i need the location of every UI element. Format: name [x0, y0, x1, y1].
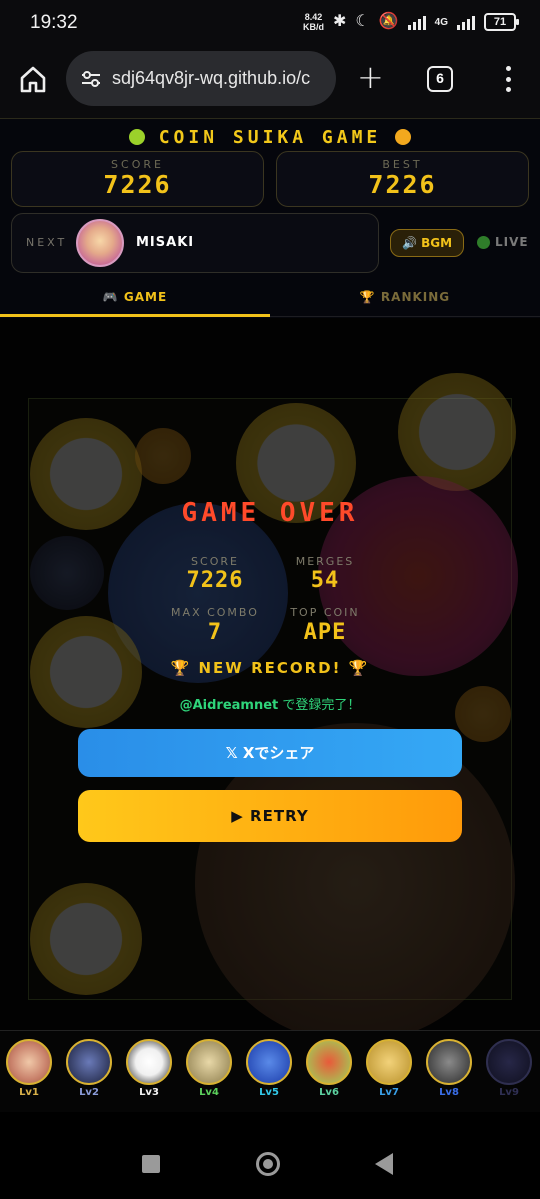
level-item: Lv9	[483, 1039, 535, 1098]
live-dot-icon	[477, 235, 490, 249]
registered-handle: @Aidreamnet	[179, 698, 279, 713]
moon-icon: ☾	[355, 13, 370, 30]
stat-max-combo-label: MAX COMBO	[171, 606, 259, 619]
network-type: 4G	[434, 16, 448, 28]
tab-ranking[interactable]: 🏆 RANKING	[270, 281, 540, 317]
url-text: sdj64qv8jr-wq.github.io/c	[112, 68, 311, 88]
title-row: COIN SUIKA GAME	[0, 125, 540, 149]
level-item: Lv6	[303, 1039, 355, 1098]
recents-icon[interactable]	[142, 1155, 160, 1173]
green-coin-icon	[128, 129, 145, 145]
new-tab-button[interactable]: +	[357, 61, 384, 93]
game-over-title: GAME OVER	[181, 498, 359, 528]
share-x-button[interactable]: 𝕏 Xでシェア	[78, 729, 462, 777]
stat-merges-label: MERGES	[295, 555, 355, 568]
stat-top-coin-value: APE	[303, 620, 347, 645]
retry-button[interactable]: ▶ RETRY	[78, 790, 462, 842]
level-item: Lv3	[123, 1039, 175, 1098]
level-coin-icon	[246, 1039, 292, 1085]
app-header: COIN SUIKA GAME SCORE 7226 BEST 7226 NEX…	[0, 118, 540, 318]
battery-icon: 71	[484, 13, 519, 31]
back-icon[interactable]	[375, 1153, 393, 1175]
bgm-toggle-button[interactable]: 🔊 BGM	[390, 229, 464, 257]
best-card: BEST 7226	[276, 151, 529, 207]
level-item: Lv7	[363, 1039, 415, 1098]
orange-coin-icon	[395, 129, 412, 145]
level-coin-icon	[66, 1039, 112, 1085]
status-bar: 19:32 8.42 KB/d ✱ ☾ 🔕 4G 71	[0, 0, 540, 48]
level-coin-icon	[486, 1039, 532, 1085]
stat-score-value: 7226	[186, 568, 244, 593]
level-item: Lv8	[423, 1039, 475, 1098]
registered-text: で登録完了！	[278, 698, 361, 713]
level-coin-icon	[306, 1039, 352, 1085]
tab-bar: 🎮 GAME 🏆 RANKING	[0, 281, 540, 317]
stat-score-label: SCORE	[191, 555, 239, 568]
tab-switcher-button[interactable]: 6	[427, 66, 453, 92]
score-card: SCORE 7226	[11, 151, 264, 207]
level-item: Lv5	[243, 1039, 295, 1098]
home-icon[interactable]	[18, 64, 48, 94]
net-speed: 8.42 KB/d	[302, 12, 324, 32]
home-nav-icon[interactable]	[256, 1152, 280, 1176]
level-bar: Lv1 Lv2 Lv3 Lv4 Lv5 Lv6 Lv7 Lv8 Lv9	[0, 1030, 540, 1112]
app-title: COIN SUIKA GAME	[158, 126, 382, 148]
status-icons: 8.42 KB/d ✱ ☾ 🔕 4G 71	[302, 12, 519, 32]
score-value: 7226	[103, 170, 172, 199]
level-coin-icon	[186, 1039, 232, 1085]
level-coin-icon	[6, 1039, 52, 1085]
muted-bell-icon: 🔕	[378, 13, 399, 30]
stat-max-combo-value: 7	[207, 620, 223, 645]
next-coin-avatar	[76, 219, 124, 267]
next-label: NEXT	[26, 236, 68, 249]
level-coin-icon	[126, 1039, 172, 1085]
stat-merges-value: 54	[310, 568, 340, 593]
level-coin-icon	[426, 1039, 472, 1085]
stat-top-coin-label: TOP COIN	[290, 606, 360, 619]
signal-icon	[407, 14, 426, 30]
next-coin-name: MISAKI	[136, 235, 195, 250]
browser-toolbar: sdj64qv8jr-wq.github.io/c + 6	[0, 48, 540, 118]
level-item: Lv2	[63, 1039, 115, 1098]
browser-menu-button[interactable]	[498, 66, 518, 92]
system-nav-bar	[0, 1112, 540, 1199]
address-bar[interactable]: sdj64qv8jr-wq.github.io/c	[66, 51, 336, 106]
best-value: 7226	[368, 170, 437, 199]
game-area[interactable]: GAME OVER SCORE 7226 MERGES 54 MAX COMBO…	[0, 318, 540, 1030]
tab-game[interactable]: 🎮 GAME	[0, 281, 270, 317]
site-settings-icon[interactable]	[80, 68, 102, 90]
level-coin-icon	[366, 1039, 412, 1085]
status-time: 19:32	[30, 12, 78, 33]
new-record-banner: 🏆 NEW RECORD! 🏆	[170, 659, 370, 677]
registered-message: @Aidreamnet で登録完了！	[0, 694, 540, 713]
signal-2-icon	[457, 14, 475, 30]
next-coin-box: NEXT MISAKI	[11, 213, 379, 273]
live-indicator: LIVE	[477, 235, 529, 249]
live-label: LIVE	[495, 235, 529, 249]
level-item: Lv4	[183, 1039, 235, 1098]
bluetooth-icon: ✱	[332, 13, 347, 30]
level-item: Lv1	[3, 1039, 55, 1098]
